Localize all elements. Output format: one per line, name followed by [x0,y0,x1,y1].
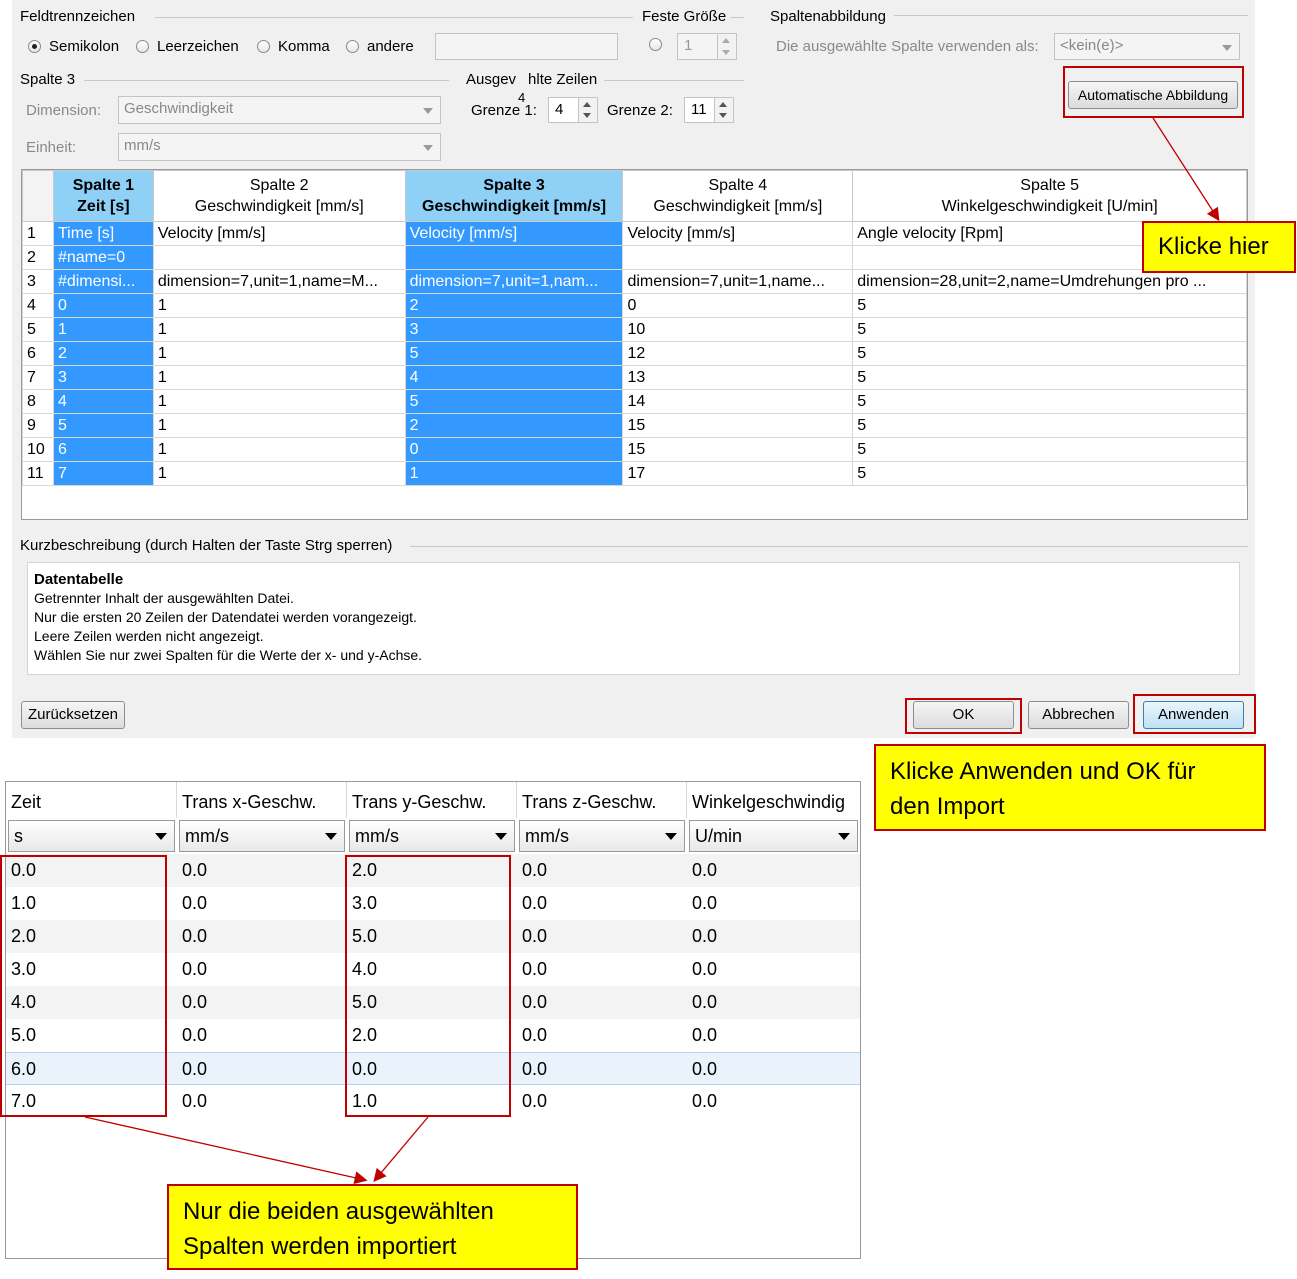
arrow-from-zeit [84,1116,368,1185]
annotation-arrows [84,117,1220,1185]
arrow-from-trans-y [373,1116,429,1182]
arrow-to-auto-mapping [1152,117,1220,222]
